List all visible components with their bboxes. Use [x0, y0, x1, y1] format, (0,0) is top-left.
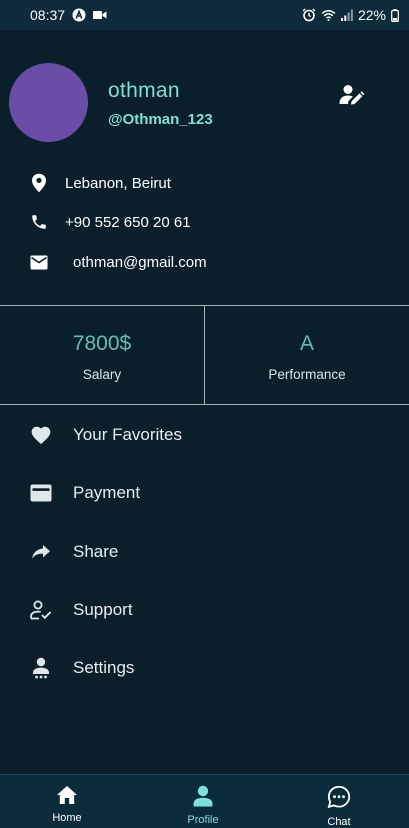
credit-card-icon [29, 481, 53, 505]
settings-user-icon [29, 656, 53, 680]
nav-home[interactable]: Home [40, 775, 94, 828]
salary-stat: 7800$ Salary [0, 306, 204, 404]
chat-icon [327, 785, 351, 814]
alarm-icon [302, 8, 316, 22]
salary-label: Salary [82, 367, 122, 382]
nav-profile-label: Profile [187, 814, 219, 826]
location-row: Lebanon, Beirut [28, 172, 171, 194]
heart-icon [29, 423, 53, 447]
share-icon [29, 540, 53, 564]
menu-item-share[interactable]: Share [0, 526, 409, 578]
battery-percent: 22% [357, 7, 386, 23]
nav-chat-label: Chat [327, 816, 351, 828]
status-left: 08:37 [30, 7, 107, 23]
user-name: othman [108, 79, 180, 102]
status-bar: 08:37 22% [0, 0, 409, 30]
phone-text: +90 552 650 20 61 [65, 213, 191, 231]
menu-label-favorites: Your Favorites [73, 425, 182, 444]
status-right: 22% [302, 7, 399, 23]
profile-header: othman @Othman_123 Lebanon, Beirut +90 5… [0, 30, 409, 305]
menu-label-share: Share [73, 542, 119, 561]
support-icon [29, 598, 53, 622]
menu-item-support[interactable]: Support [0, 584, 409, 636]
edit-user-icon [339, 83, 365, 112]
location-pin-icon [28, 172, 50, 194]
performance-value: A [299, 332, 314, 355]
wifi-icon [321, 9, 336, 21]
user-handle: @Othman_123 [108, 111, 213, 128]
mail-icon [28, 251, 50, 273]
nav-profile[interactable]: Profile [176, 775, 230, 828]
menu-label-support: Support [73, 600, 133, 619]
menu-item-payment[interactable]: Payment [0, 467, 409, 519]
avatar[interactable] [9, 63, 88, 142]
phone-row: +90 552 650 20 61 [28, 211, 191, 233]
bottom-nav: Home Profile Chat [0, 774, 409, 828]
email-row: othman@gmail.com [28, 251, 207, 273]
a-badge-icon [72, 8, 86, 22]
performance-stat: A Performance [204, 306, 409, 404]
edit-profile-button[interactable] [337, 82, 367, 112]
phone-icon [28, 211, 50, 233]
menu-item-favorites[interactable]: Your Favorites [0, 409, 409, 461]
location-text: Lebanon, Beirut [65, 174, 171, 192]
home-icon [56, 785, 78, 810]
status-time: 08:37 [30, 7, 66, 23]
nav-home-label: Home [52, 812, 82, 824]
menu-label-settings: Settings [73, 658, 135, 677]
menu-label-payment: Payment [73, 483, 141, 502]
nav-chat[interactable]: Chat [312, 775, 366, 828]
menu-item-settings[interactable]: Settings [0, 642, 409, 694]
signal-icon [340, 9, 353, 21]
profile-icon [193, 785, 213, 812]
stats-panel: 7800$ Salary A Performance [0, 305, 409, 405]
salary-value: 7800$ [72, 332, 132, 355]
battery-icon [391, 8, 399, 22]
performance-label: Performance [268, 367, 346, 382]
email-text: othman@gmail.com [73, 253, 207, 271]
video-icon [93, 10, 107, 20]
